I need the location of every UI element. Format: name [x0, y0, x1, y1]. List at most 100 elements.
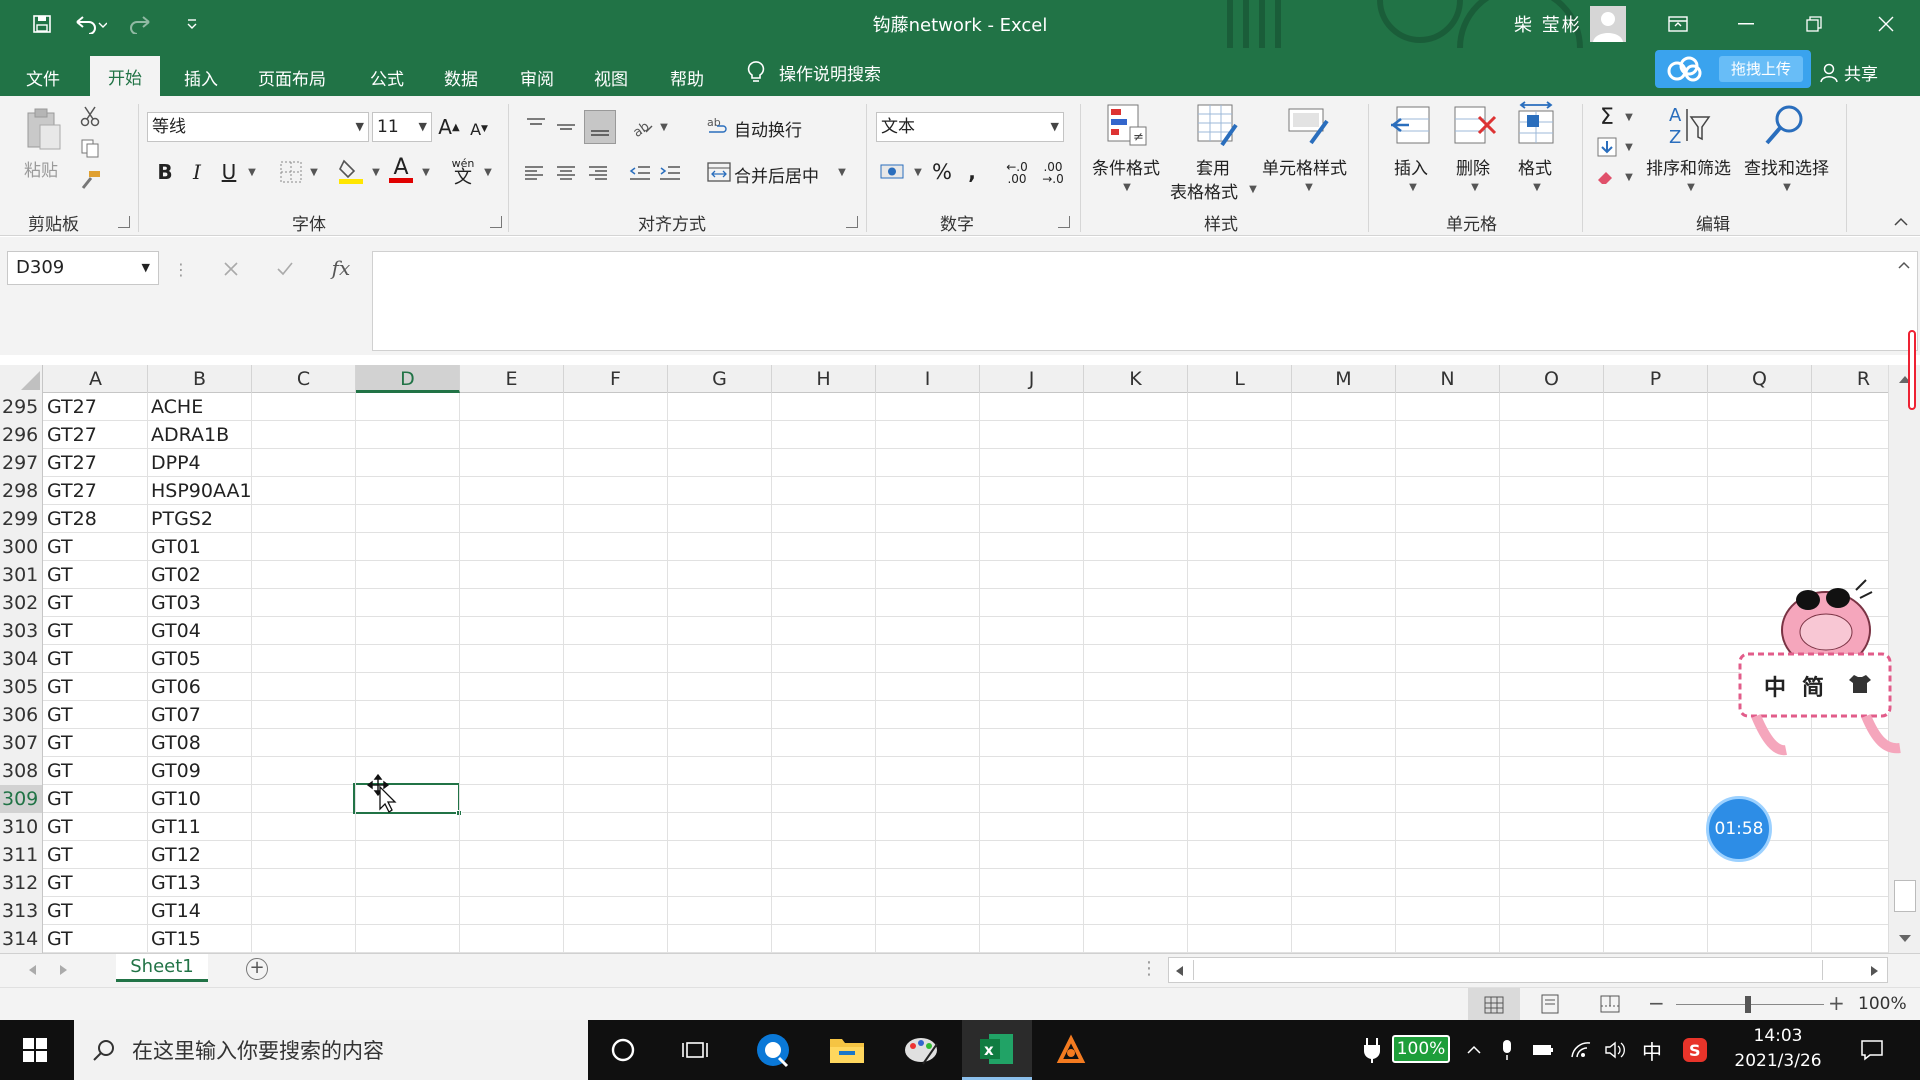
decrease-indent-icon[interactable]: [626, 160, 654, 186]
row-header[interactable]: 296: [0, 421, 43, 449]
prev-sheet-icon[interactable]: [26, 963, 38, 977]
chevron-down-icon[interactable]: ▼: [368, 158, 384, 186]
format-as-table-label-2[interactable]: 表格格式: [1170, 178, 1238, 203]
chevron-down-icon[interactable]: ▼: [656, 112, 672, 142]
column-header-i[interactable]: I: [876, 365, 980, 393]
orientation-icon[interactable]: ab: [628, 112, 656, 142]
cell-a[interactable]: GT: [44, 757, 73, 785]
cell-b[interactable]: GT10: [148, 785, 201, 813]
cell-styles-button[interactable]: 单元格样式: [1262, 154, 1347, 179]
ime-mascot-widget[interactable]: 中 简: [1736, 570, 1916, 756]
taskbar-clock[interactable]: 14:03 2021/3/26: [1722, 1024, 1834, 1074]
cell-a[interactable]: GT: [44, 869, 73, 897]
column-header-k[interactable]: K: [1084, 365, 1188, 393]
chevron-down-icon[interactable]: ▼: [244, 158, 260, 186]
align-top-icon[interactable]: [522, 112, 550, 142]
horizontal-scroll-thumb[interactable]: [1193, 960, 1823, 980]
cell-a[interactable]: GT27: [44, 421, 97, 449]
format-painter-icon[interactable]: [78, 168, 102, 192]
excel-taskbar-icon[interactable]: x: [962, 1020, 1032, 1080]
upload-button[interactable]: 拖拽上传: [1655, 50, 1811, 88]
user-name[interactable]: 柴 莹彬: [1514, 11, 1582, 37]
insert-function-button[interactable]: fx: [324, 253, 358, 283]
worksheet-grid[interactable]: ABCDEFGHIJKLMNOPQR 295 GT27 ACHE 296 GT27 ADR…: [0, 365, 1920, 953]
clear-icon[interactable]: [1594, 164, 1620, 190]
recorder-app-icon[interactable]: [1036, 1020, 1106, 1080]
cell-b[interactable]: PTGS2: [148, 505, 213, 533]
cell-b[interactable]: GT15: [148, 925, 201, 953]
row-header[interactable]: 304: [0, 645, 43, 673]
cell-b[interactable]: GT03: [148, 589, 201, 617]
increase-decimal-icon[interactable]: ←.0.00: [1000, 158, 1034, 188]
sogou-ime-icon[interactable]: S: [1682, 1020, 1708, 1080]
row-header[interactable]: 300: [0, 533, 43, 561]
wrap-text-button[interactable]: 自动换行: [734, 116, 802, 141]
tab-insert[interactable]: 插入: [166, 58, 236, 96]
cell-a[interactable]: GT: [44, 645, 73, 673]
insert-cells-button[interactable]: 插入: [1394, 154, 1428, 179]
tab-home[interactable]: 开始: [90, 56, 160, 96]
increase-indent-icon[interactable]: [656, 160, 684, 186]
cell-b[interactable]: GT13: [148, 869, 201, 897]
confirm-entry-icon[interactable]: [270, 255, 300, 283]
paste-icon[interactable]: [22, 106, 66, 154]
tab-page-layout[interactable]: 页面布局: [240, 58, 344, 96]
close-icon[interactable]: [1852, 0, 1920, 48]
cut-icon[interactable]: [78, 104, 102, 128]
chevron-down-icon[interactable]: ▼: [1622, 134, 1636, 160]
paint-app-icon[interactable]: [886, 1020, 956, 1080]
cell-a[interactable]: GT: [44, 561, 73, 589]
column-header-c[interactable]: C: [252, 365, 356, 393]
cell-a[interactable]: GT: [44, 673, 73, 701]
cell-a[interactable]: GT27: [44, 449, 97, 477]
scroll-down-icon[interactable]: [1897, 933, 1913, 945]
task-view-icon[interactable]: [660, 1020, 730, 1080]
merge-center-icon[interactable]: [706, 158, 732, 186]
chevron-down-icon[interactable]: ▼: [910, 158, 926, 186]
chevron-down-icon[interactable]: ▼: [1406, 180, 1420, 194]
zoom-out-button[interactable]: −: [1648, 991, 1665, 1015]
font-color-icon[interactable]: A: [386, 154, 416, 186]
cell-b[interactable]: GT11: [148, 813, 201, 841]
tab-help[interactable]: 帮助: [652, 58, 722, 96]
tab-formulas[interactable]: 公式: [352, 58, 422, 96]
column-header-m[interactable]: M: [1292, 365, 1396, 393]
row-header[interactable]: 297: [0, 449, 43, 477]
collapse-ribbon-icon[interactable]: [1890, 214, 1912, 230]
tab-split-grip-icon[interactable]: ⋮: [1140, 958, 1158, 979]
cell-a[interactable]: GT: [44, 617, 73, 645]
sort-filter-icon[interactable]: AZ: [1666, 102, 1712, 148]
merge-center-button[interactable]: 合并后居中: [734, 162, 819, 187]
font-launcher-icon[interactable]: [490, 216, 502, 228]
row-header[interactable]: 309: [0, 785, 43, 813]
column-header-h[interactable]: H: [772, 365, 876, 393]
minimize-icon[interactable]: [1712, 0, 1780, 48]
percent-style-button[interactable]: %: [928, 158, 956, 186]
chevron-down-icon[interactable]: ▼: [834, 158, 850, 186]
chevron-down-icon[interactable]: ▼: [1622, 104, 1636, 130]
grow-font-icon[interactable]: A ▲: [436, 112, 462, 142]
fill-icon[interactable]: [1594, 134, 1620, 160]
microphone-icon[interactable]: [1500, 1020, 1514, 1080]
name-box[interactable]: D309 ▼: [7, 251, 159, 285]
tab-view[interactable]: 视图: [576, 58, 646, 96]
cell-b[interactable]: GT14: [148, 897, 201, 925]
battery-indicator[interactable]: 100%: [1392, 1035, 1450, 1063]
font-name-combo[interactable]: 等线 ▼: [147, 112, 369, 142]
cell-b[interactable]: DPP4: [148, 449, 201, 477]
row-header[interactable]: 301: [0, 561, 43, 589]
decrease-decimal-icon[interactable]: .00 →.0: [1036, 158, 1070, 188]
row-header[interactable]: 311: [0, 841, 43, 869]
paste-label[interactable]: 粘贴: [24, 156, 58, 181]
tab-review[interactable]: 审阅: [502, 58, 572, 96]
cancel-entry-icon[interactable]: [216, 255, 246, 283]
align-center-icon[interactable]: [552, 160, 580, 186]
cell-a[interactable]: GT: [44, 841, 73, 869]
cell-a[interactable]: GT27: [44, 393, 97, 421]
cell-a[interactable]: GT: [44, 897, 73, 925]
copy-icon[interactable]: [78, 136, 102, 160]
battery-status-icon[interactable]: [1532, 1020, 1554, 1080]
restore-icon[interactable]: [1780, 0, 1848, 48]
scroll-thumb[interactable]: [1894, 880, 1916, 912]
row-header[interactable]: 312: [0, 869, 43, 897]
